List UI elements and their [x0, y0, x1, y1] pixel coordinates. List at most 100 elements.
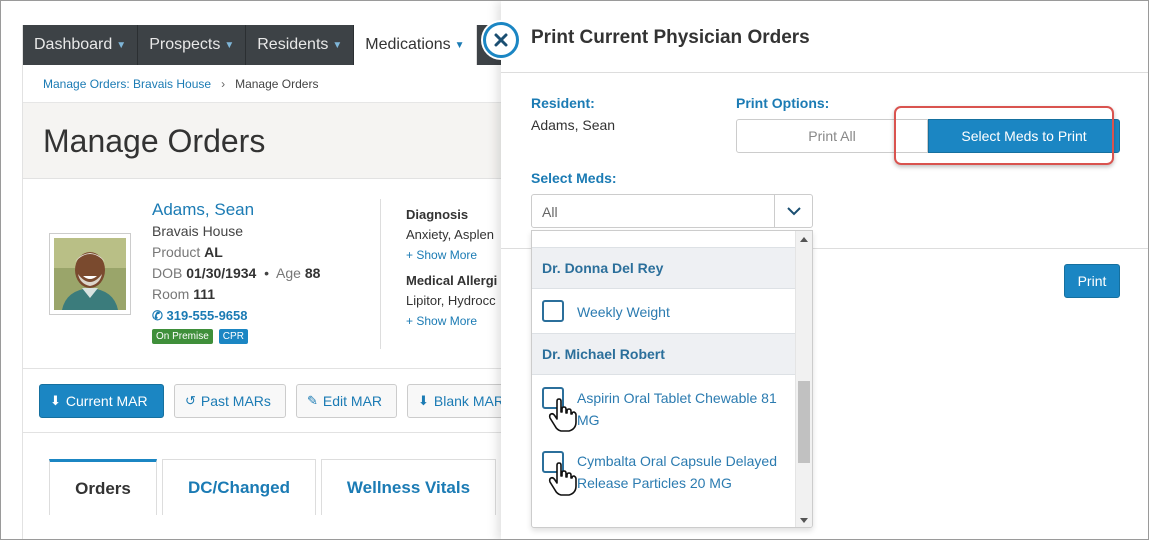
show-more-allergies[interactable]: + Show More [406, 311, 506, 331]
nav-residents-label: Residents [257, 36, 329, 53]
history-icon: ↺ [185, 393, 196, 408]
print-all-label: Print All [808, 128, 856, 144]
chevron-down-icon [774, 195, 812, 227]
nav-medications-label: Medications [365, 36, 451, 53]
hand-cursor-icon [548, 462, 577, 496]
avatar-photo [54, 238, 126, 310]
resident-facility: Bravais House [152, 223, 244, 239]
diagnosis-label: Diagnosis [406, 207, 469, 222]
diagnosis-value: Anxiety, Asplen [406, 227, 494, 242]
resident-info: Adams, Sean Bravais House Product AL DOB… [152, 199, 320, 344]
med-checkbox[interactable] [542, 300, 564, 322]
age-label: Age [276, 265, 301, 281]
download-icon: ⬇ [418, 393, 429, 408]
cpr-badge: CPR [218, 329, 248, 344]
nav-residents[interactable]: Residents ▼ [246, 25, 355, 65]
chevron-right-icon: › [221, 76, 226, 91]
tab-dc-changed-label: DC/Changed [188, 477, 290, 497]
chevron-down-icon: ▼ [224, 39, 235, 51]
select-meds-dropdown[interactable]: All [531, 194, 813, 228]
phone-icon: ✆ [152, 308, 163, 323]
age-value: 88 [304, 265, 321, 281]
resident-phone[interactable]: ✆ 319-555-9658 [152, 305, 320, 326]
select-meds-label: Select Meds: [531, 170, 617, 186]
top-navigation: Dashboard ▼ Prospects ▼ Residents ▼ Medicat… [23, 25, 503, 65]
title-bar: Manage Orders [23, 103, 503, 179]
nav-medications[interactable]: Medications ▼ [354, 25, 477, 65]
past-mars-button[interactable]: ↺ Past MARs [174, 384, 286, 418]
med-name: Weekly Weight [577, 304, 670, 320]
nav-prospects-label: Prospects [149, 36, 221, 53]
list-item[interactable]: Weekly Weight [532, 290, 796, 334]
resident-name[interactable]: Adams, Sean [152, 199, 320, 221]
chevron-down-icon: ▼ [454, 39, 465, 51]
download-icon: ⬇ [50, 393, 61, 408]
resident-product: Product AL [152, 242, 320, 263]
plus-icon: + [406, 314, 414, 328]
edit-mar-button[interactable]: ✎ Edit MAR [296, 384, 397, 418]
tab-orders[interactable]: Orders [49, 459, 157, 515]
current-mar-button[interactable]: ⬇ Current MAR [39, 384, 164, 418]
select-meds-value: All [542, 204, 558, 220]
resident-label: Resident: [531, 95, 595, 111]
med-name: Cymbalta Oral Capsule Delayed Release Pa… [577, 453, 777, 491]
allergy-value: Lipitor, Hydrocc [406, 293, 496, 308]
tab-wellness-vitals[interactable]: Wellness Vitals [321, 459, 496, 515]
print-label: Print [1077, 273, 1107, 289]
nav-prospects[interactable]: Prospects ▼ [138, 25, 247, 65]
tab-orders-label: Orders [75, 478, 131, 498]
resident-dob-age: DOB 01/30/1934 • Age 88 [152, 265, 321, 281]
panel-header: Print Current Physician Orders [501, 1, 1148, 73]
dropdown-scrollbar[interactable] [795, 231, 812, 527]
product-label: Product [152, 244, 201, 260]
scroll-thumb[interactable] [798, 381, 810, 463]
close-icon [494, 33, 508, 47]
blank-mar-label: Blank MAR [433, 393, 504, 409]
breadcrumb: Manage Orders: Bravais House › Manage Or… [23, 65, 503, 103]
breadcrumb-link[interactable]: Manage Orders: Bravais House [43, 77, 211, 91]
room-value: 111 [193, 286, 216, 302]
room-label: Room [152, 286, 190, 302]
print-button[interactable]: Print [1064, 264, 1120, 298]
screenshot-frame: Dashboard ▼ Prospects ▼ Residents ▼ Medicat… [0, 0, 1149, 540]
plus-icon: + [406, 248, 414, 262]
past-mars-label: Past MARs [200, 393, 271, 409]
chevron-down-icon: ▼ [116, 39, 127, 51]
scroll-down-icon[interactable] [800, 518, 808, 523]
print-orders-panel: Print Current Physician Orders Resident:… [501, 1, 1148, 539]
callout-highlight [894, 106, 1114, 165]
phone-number: 319-555-9658 [166, 308, 248, 323]
resident-room: Room 111 [152, 284, 320, 305]
close-panel-button[interactable] [483, 22, 519, 58]
print-options-label: Print Options: [736, 95, 830, 111]
show-more-label: Show More [416, 248, 478, 262]
status-badge: On Premise [152, 329, 213, 344]
physician-group-header: Dr. Michael Robert [532, 333, 796, 375]
tab-dc-changed[interactable]: DC/Changed [162, 459, 316, 515]
resident-profile: Adams, Sean Bravais House Product AL DOB… [23, 179, 503, 369]
avatar [49, 233, 131, 315]
product-value: AL [204, 244, 223, 260]
chevron-down-icon: ▼ [332, 39, 343, 51]
physician-group-header: Dr. Donna Del Rey [532, 247, 796, 289]
resident-value: Adams, Sean [531, 117, 616, 133]
scroll-up-icon[interactable] [800, 237, 808, 242]
divider [380, 199, 381, 349]
manage-orders-app: Dashboard ▼ Prospects ▼ Residents ▼ Medicat… [22, 25, 517, 539]
edit-mar-label: Edit MAR [322, 393, 383, 409]
mar-actions: ⬇ Current MAR ↺ Past MARs ✎ Edit MAR ⬇ Blank… [23, 369, 517, 433]
current-mar-label: Current MAR [65, 393, 148, 409]
dob-label: DOB [152, 265, 183, 281]
resident-badges: On Premise CPR [152, 329, 320, 344]
allergy-label: Medical Allergi [406, 273, 498, 288]
breadcrumb-current: Manage Orders [235, 76, 319, 91]
tab-wellness-vitals-label: Wellness Vitals [346, 477, 471, 497]
clinical-summary: Diagnosis Anxiety, Asplen + Show More Me… [406, 205, 506, 331]
show-more-diagnosis[interactable]: + Show More [406, 245, 506, 265]
page-title: Manage Orders [43, 123, 266, 159]
med-name: Aspirin Oral Tablet Chewable 81 MG [577, 390, 777, 428]
nav-dashboard[interactable]: Dashboard ▼ [23, 25, 139, 65]
pencil-icon: ✎ [307, 393, 318, 408]
nav-dashboard-label: Dashboard [34, 36, 113, 53]
hand-cursor-icon [548, 398, 577, 432]
